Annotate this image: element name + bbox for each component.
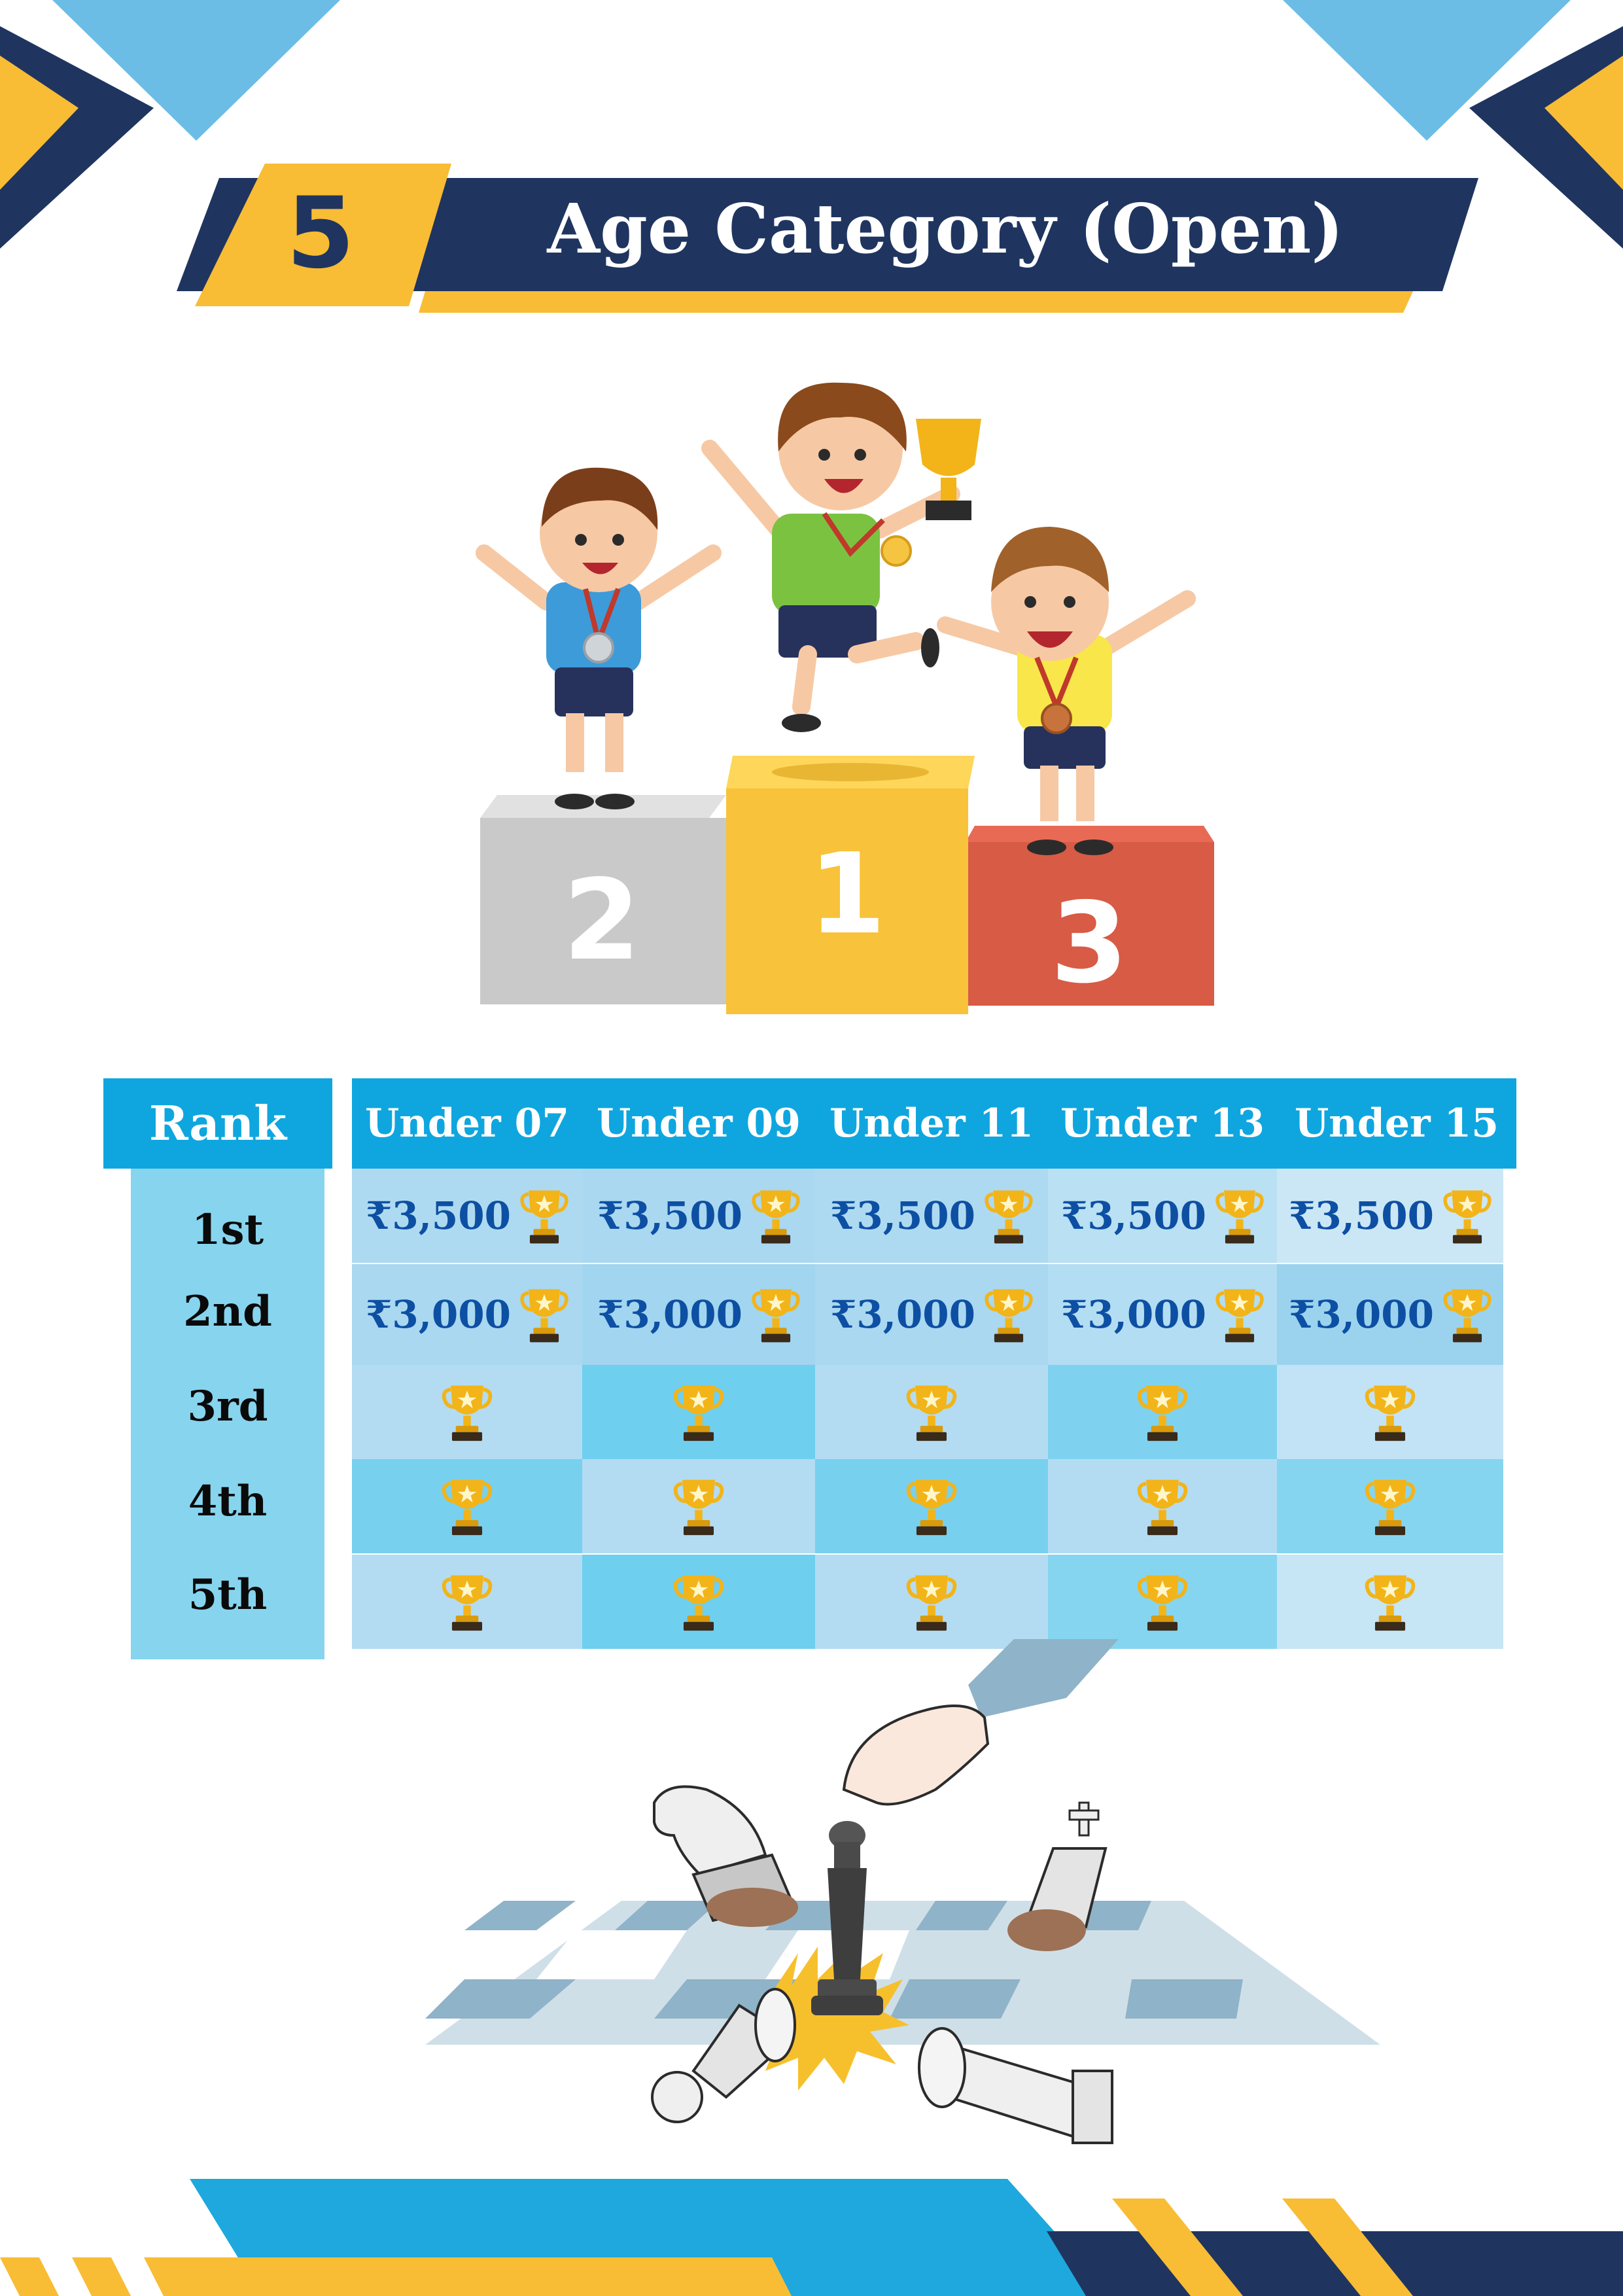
prize-cell: [815, 1459, 1048, 1553]
prize-cell: [1277, 1555, 1503, 1649]
child-third-place: [937, 527, 1196, 855]
category-number: 5: [286, 177, 355, 291]
trophy-icon: [1365, 1385, 1416, 1441]
trophy-icon: [1443, 1289, 1492, 1343]
trophy-icon: [1137, 1575, 1188, 1631]
trophy-icon: [1215, 1289, 1264, 1343]
prize-cell: ₹3,000: [1048, 1264, 1277, 1365]
trophy-icon: [1365, 1575, 1416, 1631]
prize-amount: ₹3,500: [830, 1193, 975, 1238]
prize-cell: [1277, 1365, 1503, 1459]
prize-cell: ₹3,500: [1277, 1169, 1503, 1263]
column-header-under-11: Under 11: [815, 1078, 1048, 1169]
trophy-icon: [520, 1289, 568, 1343]
trophy-icon: [1443, 1190, 1492, 1244]
child-first-place: [701, 382, 981, 732]
trophy-icon: [1137, 1479, 1188, 1536]
chess-illustration: [425, 1639, 1380, 2144]
podium-number-1: 1: [809, 830, 886, 959]
prize-amount: ₹3,000: [1289, 1292, 1434, 1337]
trophy-icon: [673, 1479, 724, 1536]
footer-decoration: [0, 2179, 1623, 2296]
trophy-icon: [1215, 1190, 1264, 1244]
prize-cell: ₹3,000: [815, 1264, 1048, 1365]
prize-amount: ₹3,500: [597, 1193, 742, 1238]
trophy-icon: [442, 1575, 493, 1631]
prize-cell: [815, 1555, 1048, 1649]
podium-illustration: 2 1 3: [476, 382, 1214, 1014]
rank-label: 4th: [188, 1477, 268, 1526]
prize-cell: [1048, 1459, 1277, 1553]
podium-number-3: 3: [1051, 879, 1128, 1008]
prize-cell: ₹3,000: [1277, 1264, 1503, 1365]
prize-cell: ₹3,000: [582, 1264, 815, 1365]
prize-cell: ₹3,500: [815, 1169, 1048, 1263]
prize-amount: ₹3,000: [366, 1292, 511, 1337]
trophy-icon: [906, 1575, 957, 1631]
trophy-icon: [442, 1479, 493, 1536]
column-header-under-07: Under 07: [352, 1078, 582, 1169]
rank-label: 3rd: [187, 1382, 268, 1431]
prize-cell: ₹3,500: [352, 1169, 582, 1263]
prize-amount: ₹3,500: [1289, 1193, 1434, 1238]
prize-cell: ₹3,000: [352, 1264, 582, 1365]
rank-label: 5th: [188, 1570, 268, 1619]
column-header-under-15: Under 15: [1277, 1078, 1516, 1169]
white-rook-piece: [918, 2027, 1113, 2144]
trophy-icon: [1137, 1385, 1188, 1441]
prize-cell: ₹3,500: [582, 1169, 815, 1263]
prize-cell: [1048, 1365, 1277, 1459]
prize-cell: [582, 1365, 815, 1459]
trophy-icon: [985, 1190, 1033, 1244]
prize-cell: [352, 1555, 582, 1649]
trophy-icon: [442, 1385, 493, 1441]
prize-cell: [1048, 1555, 1277, 1649]
trophy-icon: [673, 1575, 724, 1631]
column-header-under-13: Under 13: [1048, 1078, 1277, 1169]
trophy-icon: [752, 1289, 800, 1343]
rank-label: 2nd: [183, 1287, 272, 1336]
trophy-icon: [906, 1479, 957, 1536]
prize-amount: ₹3,000: [597, 1292, 742, 1337]
trophy-icon: [985, 1289, 1033, 1343]
page-title: Age Category (Open): [547, 188, 1344, 269]
prize-cell: ₹3,500: [1048, 1169, 1277, 1263]
column-header-under-09: Under 09: [582, 1078, 815, 1169]
prize-amount: ₹3,500: [1061, 1193, 1206, 1238]
child-second-place: [476, 467, 722, 809]
prize-cell: [1277, 1459, 1503, 1553]
prize-amount: ₹3,500: [366, 1193, 511, 1238]
prize-cell: [352, 1459, 582, 1553]
prize-cell: [815, 1365, 1048, 1459]
prize-cell: [352, 1365, 582, 1459]
prize-amount: ₹3,000: [1061, 1292, 1206, 1337]
podium-number-2: 2: [563, 856, 640, 985]
prize-amount: ₹3,000: [830, 1292, 975, 1337]
prize-cell: [582, 1555, 815, 1649]
rank-header: Rank: [103, 1078, 332, 1169]
trophy-icon: [1365, 1479, 1416, 1536]
trophy-icon: [752, 1190, 800, 1244]
rank-label: 1st: [191, 1205, 264, 1254]
trophy-icon: [520, 1190, 568, 1244]
trophy-icon: [906, 1385, 957, 1441]
prize-cell: [582, 1459, 815, 1553]
trophy-icon: [673, 1385, 724, 1441]
